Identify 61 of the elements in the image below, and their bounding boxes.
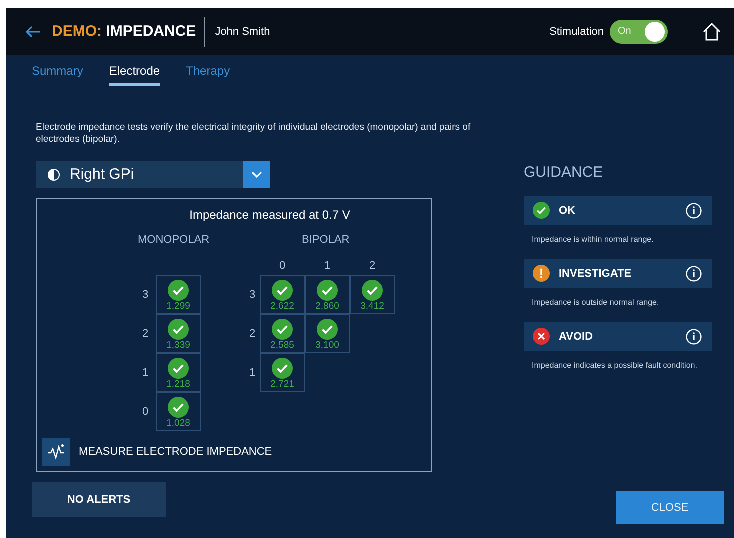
impedance-value: 3,100 (316, 340, 340, 351)
panel-title: Impedance measured at 0.7 V (188, 208, 352, 222)
row-label: 2 (248, 328, 257, 340)
description-text: Electrode impedance tests verify the electrical integrity of individual electrodes (monopolar) and pairs of electrodes (bipolar). (36, 122, 472, 146)
guidance-label: OK (559, 204, 576, 216)
check-circle-icon (168, 358, 189, 379)
check-circle-icon (362, 280, 383, 301)
column-label: 1 (323, 260, 332, 272)
impedance-value: 2,721 (270, 379, 294, 390)
guidance-label: INVESTIGATE (559, 268, 633, 280)
row-label: 3 (248, 288, 257, 300)
column-label: 2 (368, 260, 377, 272)
section-heading: MONOPOLAR (138, 234, 211, 248)
guidance-description: Impedance indicates a possible fault condition. (532, 361, 698, 371)
measure-impedance-button[interactable]: MEASURE ELECTRODE IMPEDANCE (42, 438, 431, 466)
exclamation-circle-icon (533, 265, 550, 282)
impedance-value: 1,218 (166, 379, 190, 390)
half-circle-icon (48, 168, 60, 180)
impedance-value: 1,028 (166, 418, 190, 429)
tab[interactable]: Electrode (109, 55, 160, 86)
row-label: 3 (141, 288, 150, 300)
check-circle-icon (317, 319, 338, 340)
section-heading: BIPOLAR (302, 234, 351, 248)
column-label: 0 (278, 260, 287, 272)
tab[interactable]: Therapy (186, 55, 230, 86)
check-circle-icon (168, 280, 189, 301)
guidance-description: Impedance is within normal range. (532, 235, 655, 245)
chevron-down-icon (250, 170, 262, 178)
patient-name: John Smith (215, 26, 270, 38)
info-icon[interactable] (686, 328, 702, 344)
waveform-icon (47, 444, 65, 460)
info-icon[interactable] (686, 202, 702, 218)
row-label: 2 (141, 328, 150, 340)
impedance-value: 3,412 (360, 301, 384, 312)
check-circle-icon (168, 397, 189, 418)
home-button[interactable] (702, 22, 722, 42)
row-label: 0 (141, 406, 150, 418)
x-circle-icon (533, 328, 550, 345)
lead-select[interactable]: Right GPi (36, 161, 270, 188)
dropdown-button[interactable] (243, 161, 270, 188)
impedance-value: 1,339 (166, 340, 190, 351)
alerts-button[interactable]: NO ALERTS (32, 482, 166, 517)
stimulation-label: Stimulation (550, 26, 604, 38)
impedance-value: 1,299 (166, 301, 190, 312)
guidance-heading: GUIDANCE (524, 164, 604, 183)
check-circle-icon (533, 202, 550, 219)
guidance-label: AVOID (559, 330, 594, 342)
check-circle-icon (272, 280, 293, 301)
check-circle-icon (272, 358, 293, 379)
check-circle-icon (317, 280, 338, 301)
row-label: 1 (248, 366, 257, 378)
row-label: 1 (141, 366, 150, 378)
impedance-value: 2,860 (316, 301, 340, 312)
impedance-value: 2,585 (270, 340, 294, 351)
tab[interactable]: Summary (32, 55, 84, 86)
info-icon[interactable] (686, 266, 702, 282)
impedance-value: 2,622 (270, 301, 294, 312)
check-circle-icon (272, 319, 293, 340)
guidance-description: Impedance is outside normal range. (532, 298, 660, 308)
screen-title: DEMO: IMPEDANCE (52, 23, 196, 40)
check-circle-icon (168, 319, 189, 340)
